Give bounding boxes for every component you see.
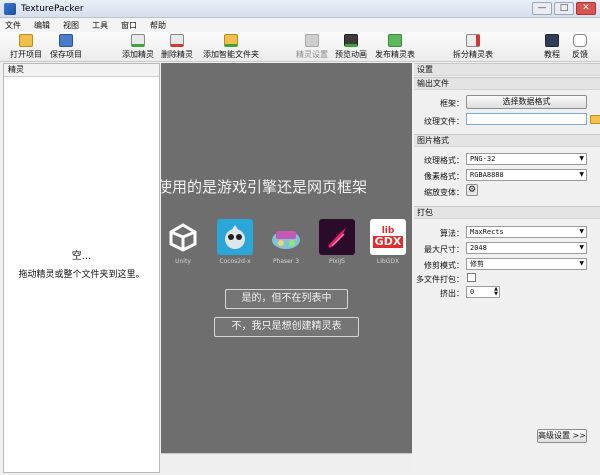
sprites-panel-title: 精灵 [4,64,159,77]
cocos2d-x-logo-icon [217,219,253,255]
image-format-header[interactable]: 图片格式 [414,134,600,147]
add-sprite-icon [131,34,145,47]
framework-chooser: 使用的是游戏引擎还是网页框架 Unity Cocos2d-x Phaser 3 … [161,63,412,453]
preview-animation-button[interactable]: 预览动画 [335,34,367,60]
add-smart-folder-button[interactable]: 添加智能文件夹 [203,34,259,60]
folder-icon[interactable] [590,115,600,124]
settings-title: 设置 [414,63,600,76]
engine-name-pixijs: PixiJS [329,258,345,265]
texturepacker-icon [4,2,16,15]
tutorial-button[interactable]: 教程 [544,34,560,60]
engine-phaser-3[interactable]: Phaser 3 [267,219,305,265]
scale-variants-label: 缩放变体： [424,188,464,197]
pixel-format-label: 像素格式： [424,172,464,181]
menu-view[interactable]: 视图 [63,20,79,31]
engine-cocos2d-x[interactable]: Cocos2d-x [216,219,254,265]
multipack-checkbox[interactable] [467,273,476,282]
menu-bar: 文件 编辑 视图 工具 窗口 帮助 [0,18,600,32]
save-icon [59,34,73,47]
split-icon [466,34,480,47]
add-sprite-button[interactable]: 添加精灵 [122,34,154,60]
split-sprite-sheet-button[interactable]: 拆分精灵表 [453,34,493,60]
sprites-panel[interactable]: 精灵 空... 拖动精灵或整个文件夹到这里。 [3,63,160,473]
framework-label: 框架： [440,99,464,108]
menu-help[interactable]: 帮助 [150,20,166,31]
no-just-sprite-sheet-button[interactable]: 不，我只是想创建精灵表 [214,317,359,337]
max-size-label: 最大尺寸： [424,245,464,254]
trim-mode-select[interactable]: 修剪 ▼ [466,258,587,270]
remove-sprite-icon [170,34,184,47]
libgdx-logo-icon: lib GDX [370,219,406,255]
gear-icon[interactable]: ⚙ [466,184,478,196]
settings-panel: 设置 输出文件 框架： 选择数据格式 纹理文件： 图片格式 纹理格式： PNG-… [414,63,600,473]
pixijs-logo-icon [319,219,355,255]
menu-file[interactable]: 文件 [5,20,21,31]
publish-sprite-sheet-button[interactable]: 发布精灵表 [375,34,415,60]
chevron-down-icon: ▼ [579,228,584,235]
center-status-strip [161,453,412,473]
packing-header[interactable]: 打包 [414,206,600,219]
algorithm-label: 算法： [440,229,464,238]
engine-pixijs[interactable]: PixiJS [318,219,356,265]
maximize-button[interactable]: □ [554,2,574,15]
folder-open-icon [19,34,33,47]
stepper-arrows-icon: ▲ ▼ [494,286,498,297]
graduation-cap-icon [545,34,559,47]
advanced-settings-button[interactable]: 高级设置 >> [537,429,587,443]
sprite-settings-icon [305,34,319,47]
engine-name-phaser-3: Phaser 3 [272,258,300,265]
algorithm-select[interactable]: MaxRects ▼ [466,226,587,238]
texture-format-label: 纹理格式： [424,156,464,165]
engine-unity[interactable]: Unity [164,219,202,265]
window-title: TexturePacker [21,3,84,14]
chevron-down-icon: ▼ [579,244,584,251]
title-bar: TexturePacker — □ ✕ [0,0,600,18]
engine-name-cocos2d-x: Cocos2d-x [219,258,251,265]
menu-tools[interactable]: 工具 [92,20,108,31]
max-size-select[interactable]: 2048 ▼ [466,242,587,254]
engine-libgdx[interactable]: lib GDX LibGDX [369,219,407,265]
phaser-logo-icon [268,219,304,255]
texture-format-select[interactable]: PNG-32 ▼ [466,153,587,165]
smart-folder-icon [224,34,238,47]
libgdx-logo-bottom: GDX [372,234,404,248]
yes-not-listed-button[interactable]: 是的，但不在列表中 [225,289,348,309]
sprite-settings-button[interactable]: 精灵设置 [296,34,328,60]
output-files-header[interactable]: 输出文件 [414,77,600,90]
save-project-button[interactable]: 保存项目 [50,34,82,60]
drop-hint: 拖动精灵或整个文件夹到这里。 [18,270,145,280]
engine-name-libgdx: LibGDX [376,258,400,265]
engine-name-unity: Unity [175,258,191,265]
chevron-down-icon: ▼ [579,260,584,267]
pixel-format-select[interactable]: RGBA8888 ▼ [466,169,587,181]
minimize-button[interactable]: — [532,2,552,15]
extrude-stepper[interactable]: 0 ▲ ▼ [466,286,500,298]
framework-question: 使用的是游戏引擎还是网页框架 [161,178,368,196]
multipack-label: 多文件打包： [416,275,464,284]
empty-title: 空... [71,251,92,262]
menu-window[interactable]: 窗口 [121,20,137,31]
extrude-label: 挤出： [440,289,464,298]
trim-mode-label: 修剪模式： [424,261,464,270]
toolbar: 打开项目 保存项目 添加精灵 删除精灵 添加智能文件夹 精灵设置 预览动画 发布… [0,32,600,62]
speech-bubble-icon [573,34,587,47]
choose-data-format-button[interactable]: 选择数据格式 [466,95,587,109]
menu-edit[interactable]: 编辑 [34,20,50,31]
texture-file-input[interactable] [466,113,587,125]
chevron-down-icon: ▼ [579,155,584,162]
chevron-down-icon: ▼ [579,171,584,178]
film-icon [344,34,358,47]
feedback-button[interactable]: 反馈 [572,34,588,60]
unity-logo-icon [165,219,201,255]
close-button[interactable]: ✕ [576,2,596,15]
texture-file-label: 纹理文件： [424,117,464,126]
open-project-button[interactable]: 打开项目 [10,34,42,60]
publish-icon [388,34,402,47]
remove-sprite-button[interactable]: 删除精灵 [161,34,193,60]
